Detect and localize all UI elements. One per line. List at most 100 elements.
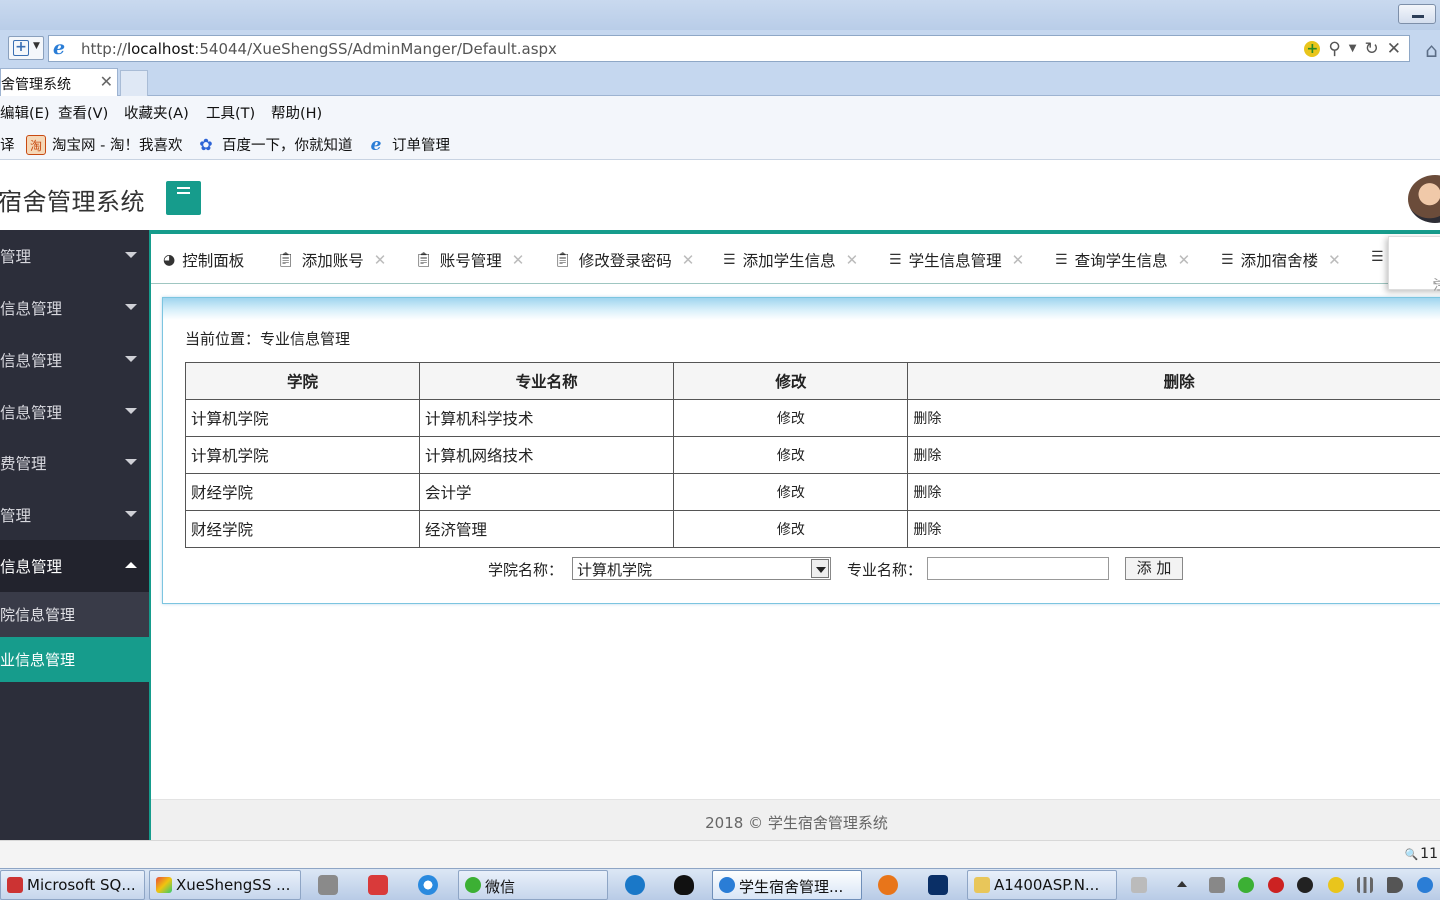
sidebar-subitem-college[interactable]: 院信息管理 xyxy=(0,592,149,637)
taskbar-sqlserver[interactable]: Microsoft SQ... xyxy=(0,870,145,900)
add-button[interactable]: 添 加 xyxy=(1125,557,1183,580)
browser-360-icon[interactable] xyxy=(418,875,438,895)
cell-college: 计算机学院 xyxy=(184,399,421,437)
delete-link[interactable]: 删除 xyxy=(907,510,1440,548)
new-tab-dropdown[interactable]: + ▼ xyxy=(8,36,44,60)
major-name-input[interactable] xyxy=(927,557,1109,580)
minimize-button[interactable] xyxy=(1398,4,1436,24)
fav-taobao[interactable]: 淘 淘宝网 - 淘！我喜欢 xyxy=(26,134,182,155)
address-bar: + ▼ e http://localhost:54044/XueShengSS/… xyxy=(0,30,1440,66)
table-header-row: 学院 专业名称 修改 删除 xyxy=(184,362,1440,400)
photoshop-icon[interactable] xyxy=(928,875,948,895)
chevron-up-icon xyxy=(125,562,137,568)
taskbar-ie-window[interactable]: 学生宿舍管理... xyxy=(712,870,862,900)
tab-add-account[interactable]: 📋︎ 添加账号 ✕ xyxy=(277,249,386,271)
logout-menu[interactable]: ⇨ 注 xyxy=(1388,236,1440,294)
close-icon[interactable]: ✕ xyxy=(374,251,387,269)
chevron-down-icon[interactable]: ▼ xyxy=(1349,39,1357,59)
keyboard-icon[interactable] xyxy=(1131,877,1147,893)
home-icon[interactable]: ⌂ xyxy=(1425,38,1438,62)
column-header-delete: 删除 xyxy=(907,362,1440,400)
taskbar-visual-studio[interactable]: XueShengSS ... xyxy=(149,870,301,900)
zoom-level[interactable]: 11 xyxy=(1404,846,1438,862)
search-icon[interactable]: ⚲ xyxy=(1328,39,1340,59)
cell-college: 计算机学院 xyxy=(184,436,421,474)
sidebar-item-6[interactable]: 管理 xyxy=(0,489,149,541)
sidebar-item-7[interactable]: 信息管理 xyxy=(0,540,149,592)
chevron-down-icon[interactable] xyxy=(811,559,829,578)
qq-icon[interactable] xyxy=(674,875,694,895)
edit-link[interactable]: 修改 xyxy=(673,473,909,511)
wechat-icon[interactable] xyxy=(1238,877,1254,893)
tab-query-student[interactable]: ☰ 查询学生信息 ✕ xyxy=(1055,249,1190,271)
sidebar-item-3[interactable]: 信息管理 xyxy=(0,334,149,386)
toolbox-icon[interactable] xyxy=(368,875,388,895)
avatar[interactable] xyxy=(1408,175,1440,223)
search-icon[interactable] xyxy=(1417,877,1433,893)
close-icon[interactable]: ✕ xyxy=(682,251,695,269)
menu-view[interactable]: 查看(V) xyxy=(58,102,108,123)
close-icon[interactable]: ✕ xyxy=(846,251,859,269)
menu-favorites[interactable]: 收藏夹(A) xyxy=(124,102,189,123)
tab-add-student[interactable]: ☰ 添加学生信息 ✕ xyxy=(723,249,858,271)
fav-orders[interactable]: e 订单管理 xyxy=(366,134,450,155)
sidebar-item-2[interactable]: 信息管理 xyxy=(0,282,149,334)
remote-desktop-icon[interactable] xyxy=(318,875,338,895)
close-icon[interactable]: ✕ xyxy=(1012,251,1025,269)
fav-translate[interactable]: 译 xyxy=(0,134,15,155)
delete-link[interactable]: 删除 xyxy=(907,399,1440,437)
close-icon[interactable]: ✕ xyxy=(100,72,113,91)
chevron-up-icon[interactable] xyxy=(1177,881,1187,887)
taskbar-wechat[interactable]: 微信 xyxy=(458,870,608,900)
browser-tab-title: 舍管理系统 xyxy=(1,77,71,93)
main-content: ◕ 控制面板 📋︎ 添加账号 ✕ 📋︎ 账号管理 ✕ 📋︎ 修改登录密码 ✕ ☰ 添加学生信息 ✕… xyxy=(149,230,1440,844)
new-tab-button[interactable] xyxy=(120,70,148,96)
tab-change-password[interactable]: 📋︎ 修改登录密码 ✕ xyxy=(554,249,694,271)
tab-dashboard[interactable]: ◕ 控制面板 xyxy=(163,249,244,271)
browser-tab[interactable]: 舍管理系统 ✕ xyxy=(0,68,118,96)
chevron-down-icon xyxy=(125,511,137,517)
security-icon[interactable] xyxy=(1328,877,1344,893)
sidebar-subitem-major[interactable]: 业信息管理 xyxy=(0,637,149,682)
favorites-bar: 译 淘 淘宝网 - 淘！我喜欢 ✿ 百度一下，你就知道 e 订单管理 xyxy=(0,126,1440,160)
kugou-icon[interactable] xyxy=(625,875,645,895)
network-drive-icon[interactable] xyxy=(1209,877,1225,893)
close-icon[interactable]: ✕ xyxy=(1328,251,1341,269)
tab-student-manage[interactable]: ☰ 学生信息管理 ✕ xyxy=(889,249,1024,271)
qq-icon[interactable] xyxy=(1297,877,1313,893)
menu-help[interactable]: 帮助(H) xyxy=(271,102,322,123)
refresh-icon[interactable]: ↻ xyxy=(1365,39,1379,59)
edit-link[interactable]: 修改 xyxy=(673,510,909,548)
edit-link[interactable]: 修改 xyxy=(673,436,909,474)
sidebar-item-4[interactable]: 信息管理 xyxy=(0,386,149,438)
volume-icon[interactable] xyxy=(1387,877,1403,893)
taskbar-folder[interactable]: A1400ASP.N... xyxy=(967,870,1117,900)
url-field[interactable]: e http://localhost:54044/XueShengSS/Admi… xyxy=(48,35,1410,62)
close-icon[interactable]: ✕ xyxy=(1178,251,1191,269)
close-icon[interactable]: ✕ xyxy=(512,251,525,269)
menu-edit[interactable]: 编辑(E) xyxy=(0,102,49,123)
chevron-down-icon xyxy=(125,356,137,362)
dashboard-icon: ◕ xyxy=(163,252,176,268)
delete-link[interactable]: 删除 xyxy=(907,473,1440,511)
firefox-icon[interactable] xyxy=(878,875,898,895)
compatibility-icon[interactable]: + xyxy=(1304,41,1321,57)
cell-major: 会计学 xyxy=(419,473,675,511)
system-tray xyxy=(1125,869,1440,900)
tab-add-building[interactable]: ☰ 添加宿舍楼 ✕ xyxy=(1221,249,1341,271)
college-select[interactable]: 计算机学院 xyxy=(572,557,831,580)
close-icon[interactable]: ✕ xyxy=(1387,39,1401,59)
fav-baidu[interactable]: ✿ 百度一下，你就知道 xyxy=(196,134,352,155)
sidebar-toggle-button[interactable] xyxy=(166,181,201,215)
column-header-edit: 修改 xyxy=(673,362,909,400)
menu-tools[interactable]: 工具(T) xyxy=(206,102,255,123)
edit-link[interactable]: 修改 xyxy=(673,399,909,437)
menubar: 编辑(E) 查看(V) 收藏夹(A) 工具(T) 帮助(H) xyxy=(0,96,1440,126)
visual-studio-icon xyxy=(156,877,172,893)
signal-icon[interactable] xyxy=(1357,877,1373,893)
delete-link[interactable]: 删除 xyxy=(907,436,1440,474)
sidebar-item-5[interactable]: 费管理 xyxy=(0,437,149,489)
sidebar-item-1[interactable]: 管理 xyxy=(0,230,149,282)
tab-account-manage[interactable]: 📋︎ 账号管理 ✕ xyxy=(415,249,524,271)
qq-icon[interactable] xyxy=(1268,877,1284,893)
